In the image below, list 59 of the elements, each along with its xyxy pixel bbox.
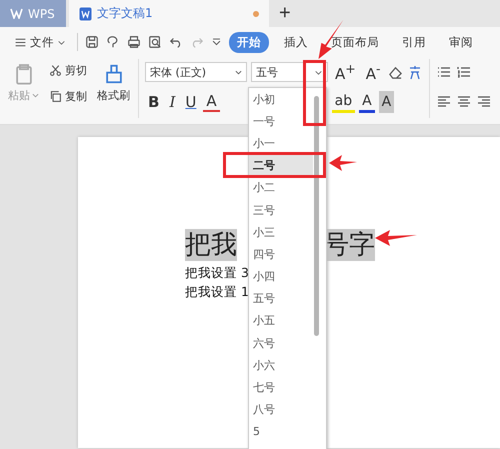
heading-text: 把我 (185, 229, 237, 261)
copy-button[interactable]: 复制 (47, 85, 89, 107)
ribbon-tab[interactable]: 开始 (229, 32, 269, 52)
font-size-option[interactable]: 小一 (249, 132, 313, 155)
copy-icon (49, 90, 62, 102)
font-size-option[interactable]: 小四 (249, 266, 313, 288)
format-painter-button[interactable]: 格式刷 (95, 59, 132, 118)
font-size-option[interactable]: 小三 (249, 221, 313, 244)
caret-icon (235, 68, 242, 76)
font-size-step-button[interactable]: A$^{+}$ (332, 61, 359, 83)
font-size-option[interactable]: 小二 (249, 176, 313, 199)
print-icon[interactable] (127, 35, 141, 49)
font-size-option[interactable]: 五号 (249, 288, 313, 310)
arrow (328, 154, 358, 172)
font-size-option[interactable]: 三号 (249, 198, 313, 222)
highlight-button[interactable]: ab (332, 91, 356, 113)
bold-button[interactable]: B (145, 91, 162, 113)
logo-icon (10, 8, 23, 19)
font-size-option[interactable]: 5 (249, 420, 313, 443)
font-size-option[interactable]: 小五 (249, 310, 313, 332)
arrow (374, 229, 418, 247)
document-tab[interactable]: 文字文稿1 (69, 0, 269, 27)
font-size-option[interactable]: 小初 (249, 88, 313, 110)
file-menu[interactable]: 文件 (10, 32, 70, 52)
font-family-field[interactable]: 宋体 (正文) (145, 62, 247, 82)
eraser-icon[interactable] (388, 64, 403, 80)
document-icon (79, 6, 92, 20)
ribbon-tab[interactable]: 页面布局 (323, 32, 387, 52)
font-size-option[interactable]: 一号 (249, 110, 313, 132)
numbered-list-icon[interactable] (456, 64, 472, 80)
font-size-option[interactable]: 八号 (249, 398, 313, 421)
scrollbar[interactable] (314, 96, 319, 336)
font-size-option[interactable]: 四号 (249, 243, 313, 266)
ribbon-tab[interactable]: 插入 (276, 32, 316, 52)
font-size-option[interactable]: 七号 (249, 376, 313, 399)
ribbon-tab[interactable]: 引用 (394, 32, 434, 52)
save-icon[interactable] (85, 35, 99, 49)
ribbon-tab[interactable]: 审阅 (441, 32, 481, 52)
dropdown-icon[interactable] (211, 36, 222, 48)
font-size-step-button[interactable]: A$^{-}$ (362, 61, 384, 83)
new-tab-button[interactable]: + (269, 0, 301, 27)
menu-icon (14, 36, 27, 48)
font-size-option[interactable]: 小六 (249, 354, 313, 376)
cut-button[interactable]: 剪切 (47, 59, 89, 81)
strike-button[interactable]: A (203, 92, 220, 112)
shade-button[interactable]: A (378, 91, 394, 113)
font-size-option[interactable]: 六号 (249, 332, 313, 354)
font-color-button[interactable]: A (359, 91, 375, 113)
font-size-field[interactable]: 五号 (251, 62, 328, 82)
highlight-frame (303, 60, 326, 126)
font-size-option[interactable]: 二号 (249, 154, 313, 177)
scissors-icon (49, 64, 62, 76)
body-text: 把我设置 1 (185, 283, 249, 301)
italic-button[interactable]: I (166, 91, 178, 113)
lasso-icon[interactable] (106, 35, 120, 49)
preview-icon[interactable] (148, 35, 162, 49)
underline-button[interactable]: U (182, 91, 200, 113)
body-text: 把我设置 3 (185, 264, 249, 282)
caret-icon (32, 92, 39, 99)
